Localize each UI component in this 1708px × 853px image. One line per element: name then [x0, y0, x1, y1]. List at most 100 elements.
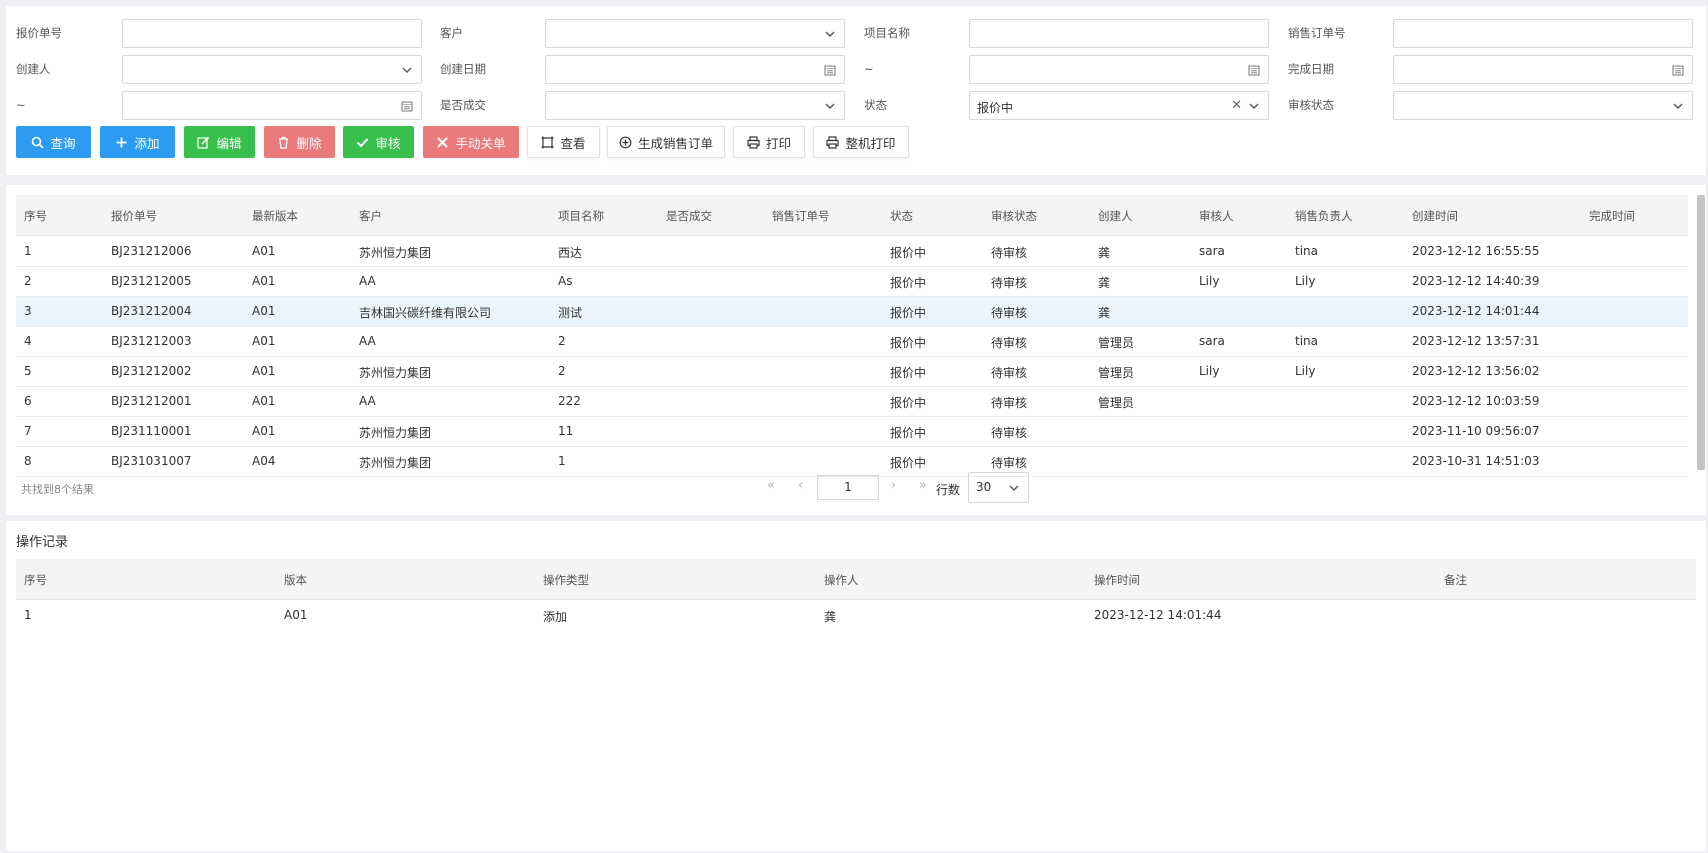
- last-page-icon[interactable]: »: [919, 478, 927, 493]
- plus-circle-icon: [619, 136, 632, 148]
- customer-label: 客户: [440, 26, 463, 40]
- table-row[interactable]: 8 BJ231031007 A04 苏州恒力集团 1 报价中 待审核 2023-10-31 1…: [16, 447, 1688, 477]
- created-date-to-label: ~: [864, 62, 874, 76]
- table-row[interactable]: 5 BJ231212002 A01 苏州恒力集团 2 报价中 待审核 管理员 Lily Lily 2…: [16, 357, 1688, 387]
- table-row[interactable]: 6 BJ231212001 A01 AA 222 报价中 待审核 管理员 2023-12-12 …: [16, 387, 1688, 417]
- col-header[interactable]: 审核状态: [991, 208, 1037, 224]
- quote-no-input[interactable]: [122, 19, 422, 48]
- col-header[interactable]: 是否成交: [666, 208, 712, 224]
- table-cell: 2023-12-12 13:57:31: [1412, 334, 1540, 348]
- customer-select[interactable]: [545, 19, 845, 48]
- created-date-input[interactable]: [545, 55, 845, 84]
- chevron-down-icon: [402, 67, 412, 73]
- chevron-down-icon: [1009, 485, 1019, 491]
- col-header[interactable]: 序号: [24, 572, 47, 588]
- calendar-icon[interactable]: [401, 100, 413, 112]
- creator-select[interactable]: [122, 55, 422, 84]
- first-page-icon[interactable]: «: [767, 478, 775, 493]
- created-date-to-input[interactable]: [969, 55, 1269, 84]
- table-row[interactable]: 4 BJ231212003 A01 AA 2 报价中 待审核 管理员 sara tina 2023-…: [16, 327, 1688, 357]
- col-header[interactable]: 审核人: [1199, 208, 1234, 224]
- col-header[interactable]: 操作人: [824, 572, 859, 588]
- delete-button[interactable]: 删除: [264, 126, 335, 158]
- next-page-icon[interactable]: ›: [891, 478, 896, 493]
- generate-sales-order-button[interactable]: 生成销售订单: [607, 126, 725, 158]
- calendar-icon[interactable]: [1672, 64, 1684, 76]
- table-row[interactable]: 1 A01 添加 龚 2023-12-12 14:01:44: [16, 601, 1696, 631]
- status-label: 状态: [864, 98, 887, 112]
- edit-button[interactable]: 编辑: [184, 126, 255, 158]
- col-header[interactable]: 创建人: [1098, 208, 1133, 224]
- status-value: 报价中: [977, 101, 1014, 115]
- prev-page-icon[interactable]: ‹: [798, 478, 803, 493]
- table-row[interactable]: 3 BJ231212004 A01 吉林国兴碳纤维有限公司 测试 报价中 待审核 龚 2023-…: [16, 297, 1688, 327]
- completed-date-to-input[interactable]: [122, 91, 422, 120]
- table-row[interactable]: 1 BJ231212006 A01 苏州恒力集团 西达 报价中 待审核 龚 sara tina 20…: [16, 237, 1688, 267]
- status-select[interactable]: 报价中 ✕: [969, 91, 1269, 120]
- edit-icon: [197, 136, 210, 149]
- table-row[interactable]: 2 BJ231212005 A01 AA As 报价中 待审核 龚 Lily Lily 2023-1…: [16, 267, 1688, 297]
- page-number-input[interactable]: 1: [817, 475, 879, 500]
- printer-icon: [747, 135, 760, 149]
- clear-icon[interactable]: ✕: [1231, 99, 1242, 113]
- completed-date-input[interactable]: [1393, 55, 1693, 84]
- col-header[interactable]: 操作时间: [1094, 572, 1140, 588]
- table-cell: 3: [24, 304, 32, 318]
- vertical-scrollbar[interactable]: [1697, 195, 1705, 470]
- table-cell: AA: [359, 274, 376, 288]
- print-button[interactable]: 打印: [733, 126, 805, 158]
- col-header[interactable]: 版本: [284, 572, 307, 588]
- table-cell: sara: [1199, 334, 1225, 348]
- table-cell: tina: [1295, 244, 1318, 258]
- project-name-input[interactable]: [969, 19, 1269, 48]
- table-cell: 待审核: [991, 306, 1028, 320]
- table-cell: 2023-12-12 13:56:02: [1412, 364, 1540, 378]
- search-icon: [32, 136, 45, 149]
- view-button[interactable]: 查看: [527, 126, 600, 158]
- col-header[interactable]: 客户: [359, 208, 382, 224]
- table-cell: 苏州恒力集团: [359, 366, 432, 380]
- table-cell: BJ231110001: [111, 424, 192, 438]
- table-cell: 报价中: [890, 306, 927, 320]
- table-cell: 5: [24, 364, 32, 378]
- table-cell: 1: [24, 244, 32, 258]
- rows-per-page-select[interactable]: 30: [968, 472, 1029, 503]
- calendar-icon[interactable]: [1248, 64, 1260, 76]
- table-cell: 报价中: [890, 246, 927, 260]
- quote-grid: 序号 报价单号 最新版本 客户 项目名称 是否成交 销售订单号 状态 审核状态 …: [6, 185, 1706, 515]
- table-cell: 龚: [1098, 276, 1111, 290]
- table-row[interactable]: 7 BJ231110001 A01 苏州恒力集团 11 报价中 待审核 2023-11-10 …: [16, 417, 1688, 447]
- col-header[interactable]: 操作类型: [543, 572, 589, 588]
- scrollbar-thumb[interactable]: [1697, 195, 1705, 470]
- table-cell: 2: [558, 364, 566, 378]
- col-header[interactable]: 状态: [890, 208, 913, 224]
- result-count: 共找到8个结果: [21, 483, 94, 496]
- table-cell: BJ231212006: [111, 244, 192, 258]
- col-header[interactable]: 备注: [1444, 572, 1467, 588]
- table-cell: 报价中: [890, 336, 927, 350]
- deal-closed-select[interactable]: [545, 91, 845, 120]
- col-header[interactable]: 项目名称: [558, 208, 604, 224]
- audit-status-select[interactable]: [1393, 91, 1693, 120]
- table-cell: 报价中: [890, 276, 927, 290]
- col-header[interactable]: 完成时间: [1589, 208, 1635, 224]
- col-header[interactable]: 报价单号: [111, 208, 157, 224]
- col-header[interactable]: 创建时间: [1412, 208, 1458, 224]
- table-cell: BJ231212005: [111, 274, 192, 288]
- col-header[interactable]: 销售订单号: [772, 208, 830, 224]
- add-button[interactable]: 添加: [100, 126, 175, 158]
- full-print-button[interactable]: 整机打印: [813, 126, 909, 158]
- col-header[interactable]: 序号: [24, 208, 47, 224]
- col-header[interactable]: 最新版本: [252, 208, 298, 224]
- table-cell: 2023-12-12 14:01:44: [1094, 608, 1222, 622]
- col-header[interactable]: 销售负责人: [1295, 208, 1353, 224]
- manual-close-button[interactable]: 手动关单: [423, 126, 519, 158]
- audit-button[interactable]: 审核: [343, 126, 414, 158]
- table-cell: A01: [284, 608, 308, 622]
- calendar-icon[interactable]: [824, 64, 836, 76]
- query-button[interactable]: 查询: [16, 126, 91, 158]
- table-cell: 待审核: [991, 396, 1028, 410]
- creator-label: 创建人: [16, 62, 51, 76]
- table-cell: 管理员: [1098, 366, 1135, 380]
- sales-order-no-input[interactable]: [1393, 19, 1693, 48]
